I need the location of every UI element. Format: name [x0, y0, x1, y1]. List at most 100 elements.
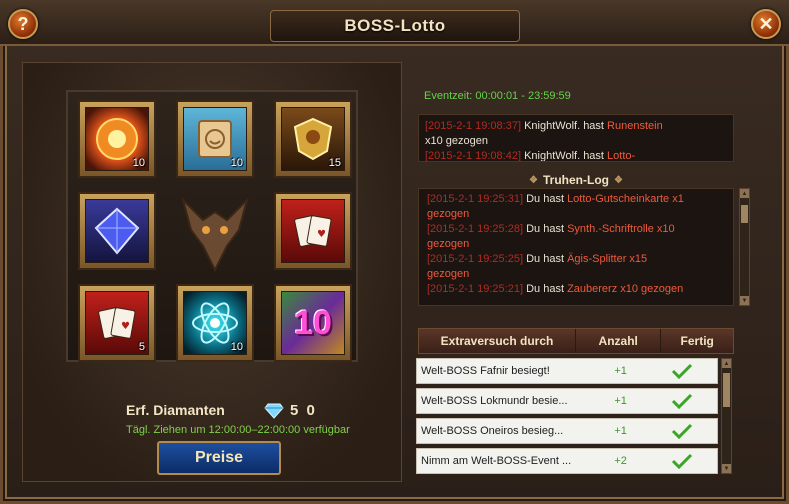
task-count: +1: [614, 365, 627, 377]
task-count: +2: [614, 455, 627, 467]
daily-draw-note: Tägl. Ziehen um 12:00:00–22:00:00 verfüg…: [126, 424, 350, 436]
diamond-icon: [264, 403, 284, 424]
shield-shard-icon: 15: [281, 107, 345, 171]
chest-log-title: Truhen-Log: [543, 173, 609, 187]
task-count: +1: [614, 395, 627, 407]
log-timestamp: [2015-2-1 19:25:25]: [427, 253, 524, 265]
item-quantity: 15: [328, 157, 341, 169]
log-entry: [2015-2-1 19:08:37] KnightWolf. hast Run…: [425, 119, 727, 149]
log-entry: [2015-2-1 19:25:31] Du hast Lotto-Gutsch…: [427, 192, 711, 222]
window-title: BOSS-Lotto: [344, 16, 446, 35]
log-entry: [2015-2-1 19:25:28] Du hast Synth.-Schri…: [427, 222, 711, 252]
tasks-scrollbar[interactable]: ▲ ▼: [721, 358, 732, 474]
prizes-button[interactable]: Preise: [157, 441, 281, 475]
cost-label: Erf. Diamanten: [126, 402, 225, 418]
log-timestamp: [2015-2-1 19:08:42]: [425, 150, 522, 162]
task-name: Nimm am Welt-BOSS-Event ...: [421, 455, 572, 467]
svg-text:♥: ♥: [317, 229, 326, 240]
header-done: Fertig: [680, 334, 714, 348]
check-icon: [647, 393, 717, 409]
task-row: Nimm am Welt-BOSS-Event ... +2: [416, 448, 718, 474]
log-timestamp: [2015-2-1 19:25:31]: [427, 193, 524, 205]
log-continuation: gezogen: [427, 268, 470, 280]
scroll-up-icon[interactable]: ▲: [722, 359, 731, 368]
event-time: Eventzeit: 00:00:01 - 23:59:59: [424, 90, 571, 102]
log-continuation: gezogen: [427, 238, 470, 250]
log-entry: [2015-2-1 19:25:25] Du hast Ägis-Splitte…: [427, 252, 711, 282]
scroll-thumb[interactable]: [723, 373, 730, 407]
header-count: Anzahl: [576, 329, 662, 353]
log-timestamp: [2015-2-1 19:08:37]: [425, 120, 522, 132]
cost-value: 5 0: [290, 402, 317, 419]
dragon-emblem-icon: [175, 190, 255, 275]
title-bar: BOSS-Lotto: [0, 0, 789, 46]
chest-log: [2015-2-1 19:25:31] Du hast Lotto-Gutsch…: [418, 188, 734, 306]
log-player: Du hast: [523, 223, 568, 235]
log-player: KnightWolf. hast: [521, 120, 608, 132]
chest-log-header: ❖ Truhen-Log ❖: [418, 172, 734, 188]
scroll-down-icon[interactable]: ▼: [722, 464, 731, 473]
log-entry: [2015-2-1 19:25:21] Du hast Zaubererz x1…: [427, 282, 711, 297]
log-entry: [2015-2-1 19:08:42] KnightWolf. hast Lot…: [425, 149, 727, 162]
scroll-down-icon[interactable]: ▼: [740, 296, 749, 305]
ornament-icon: ❖: [529, 174, 538, 186]
global-draw-log: [2015-2-1 19:08:37] KnightWolf. hast Run…: [418, 114, 734, 162]
title-plate: BOSS-Lotto: [270, 10, 520, 42]
ornament-icon: ❖: [614, 174, 623, 186]
chest-log-scrollbar[interactable]: ▲ ▼: [739, 188, 750, 306]
task-name: Welt-BOSS Lokmundr besie...: [421, 395, 568, 407]
task-row: Welt-BOSS Lokmundr besie... +1: [416, 388, 718, 414]
task-row: Welt-BOSS Fafnir besiegt! +1: [416, 358, 718, 384]
lotto-slot[interactable]: 10: [274, 284, 352, 362]
scroll-icon: 10: [183, 107, 247, 171]
log-player: Du hast: [523, 253, 568, 265]
lotto-slot[interactable]: 10: [176, 284, 254, 362]
item-quantity: 5: [138, 341, 145, 353]
log-item: Zaubererz x10 gezogen: [567, 283, 684, 295]
header-extra-attempt: Extraversuch durch: [419, 329, 576, 353]
lotto-slot[interactable]: 15: [274, 100, 352, 178]
lotto-slot[interactable]: ♥: [274, 192, 352, 270]
energy-orb-icon: 10: [183, 291, 247, 355]
scroll-thumb[interactable]: [741, 205, 748, 223]
log-item: Lotto-: [607, 150, 636, 162]
scroll-up-icon[interactable]: ▲: [740, 189, 749, 198]
svg-text:♥: ♥: [121, 321, 130, 332]
task-name: Welt-BOSS Oneiros besieg...: [421, 425, 564, 437]
check-icon: [647, 363, 717, 379]
prizes-button-label: Preise: [194, 449, 244, 466]
task-name: Welt-BOSS Fafnir besiegt!: [421, 365, 550, 377]
item-quantity: 10: [230, 157, 243, 169]
help-button[interactable]: ?: [8, 9, 38, 39]
question-mark-icon: ?: [17, 13, 29, 34]
log-continuation: gezogen: [427, 208, 470, 220]
fire-orb-icon: 10: [85, 107, 149, 171]
gem-pack-count: 10: [294, 303, 332, 342]
close-button[interactable]: ✕: [751, 9, 781, 39]
task-count: +1: [614, 425, 627, 437]
log-item: Synth.-Schriftrolle x10: [567, 223, 675, 235]
task-row: Welt-BOSS Oneiros besieg... +1: [416, 418, 718, 444]
blue-gem-icon: [85, 199, 149, 263]
log-continuation: x10 gezogen: [425, 135, 488, 147]
log-player: KnightWolf. hast: [521, 150, 608, 162]
check-icon: [647, 453, 717, 469]
lotto-slot[interactable]: [78, 192, 156, 270]
playing-cards-icon: ♥ 5: [85, 291, 149, 355]
lotto-slot[interactable]: 10: [78, 100, 156, 178]
log-item: Ägis-Splitter x15: [567, 253, 648, 265]
check-icon: [647, 423, 717, 439]
close-icon: ✕: [758, 13, 774, 34]
log-player: Du hast: [523, 193, 568, 205]
playing-cards-icon: ♥: [281, 199, 345, 263]
item-quantity: 10: [230, 341, 243, 353]
lotto-slot[interactable]: 10: [176, 100, 254, 178]
log-player: Du hast: [523, 283, 568, 295]
item-quantity: 10: [132, 157, 145, 169]
log-timestamp: [2015-2-1 19:25:21]: [427, 283, 524, 295]
log-timestamp: [2015-2-1 19:25:28]: [427, 223, 524, 235]
log-item: Runenstein: [607, 120, 663, 132]
gem-pack-icon: 10: [281, 291, 345, 355]
tasks-header: Extraversuch durch Anzahl Fertig: [418, 328, 734, 354]
lotto-slot[interactable]: ♥ 5: [78, 284, 156, 362]
